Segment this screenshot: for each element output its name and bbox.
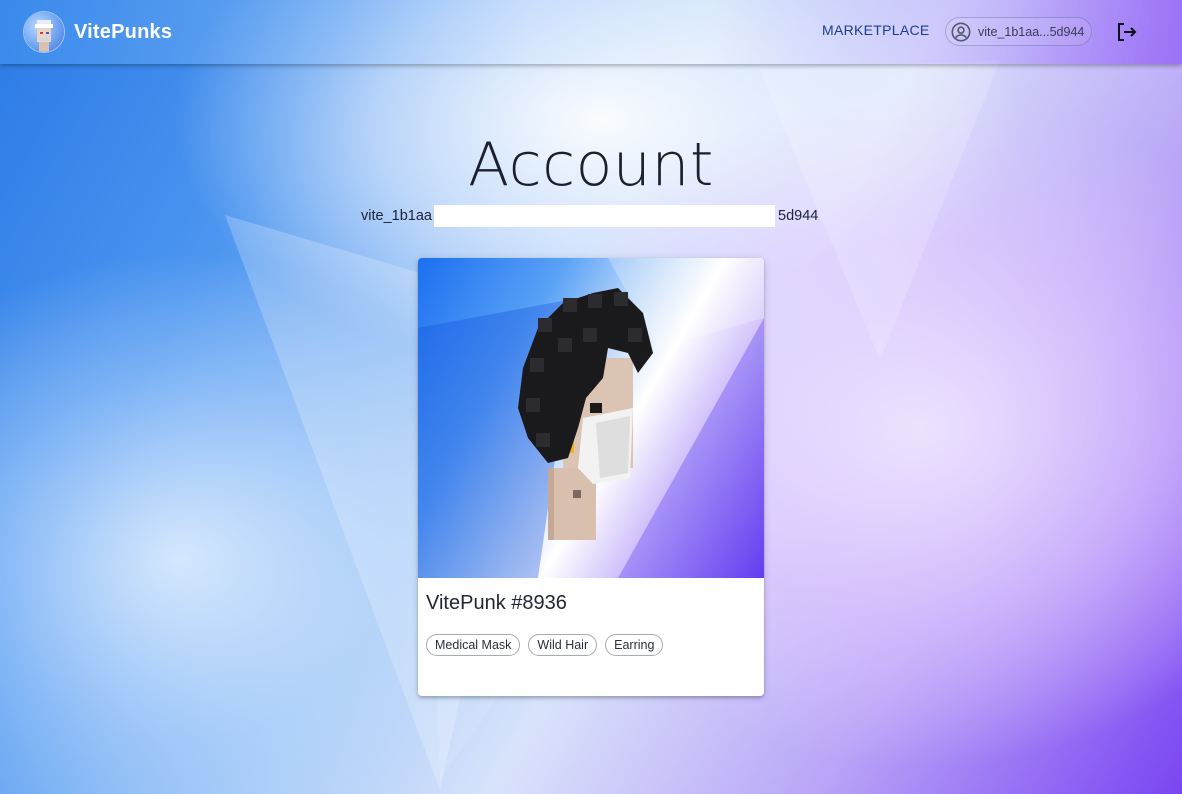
app-header: VitePunks MARKETPLACE vite_1b1aa...5d944 [0,0,1182,64]
address-redaction [434,205,775,227]
page-title: Account [468,130,714,200]
trait-chip[interactable]: Wild Hair [528,634,598,656]
home-logo-link[interactable]: VitePunks [24,12,172,52]
account-chip-button[interactable]: vite_1b1aa...5d944 [945,17,1092,46]
nav-marketplace-link[interactable]: MARKETPLACE [822,22,930,38]
address-prefix: vite_1b1aa [361,208,432,224]
logout-icon[interactable] [1114,20,1138,44]
punk-image [418,258,764,578]
account-circle-icon [951,21,971,42]
nft-card[interactable]: VitePunk #8936 Medical Mask Wild Hair Ea… [418,258,764,696]
address-suffix: 5d944 [778,208,819,224]
trait-chips: Medical Mask Wild Hair Earring [426,634,664,656]
nft-card-title: VitePunk #8936 [426,592,567,614]
account-address: vite_1b1aa 5d944 [0,205,1182,227]
account-chip-label: vite_1b1aa...5d944 [978,24,1085,39]
trait-chip[interactable]: Medical Mask [426,634,521,656]
trait-chip[interactable]: Earring [605,634,664,656]
vitepunk-avatar-icon [24,12,64,52]
brand-name: VitePunks [74,20,173,43]
